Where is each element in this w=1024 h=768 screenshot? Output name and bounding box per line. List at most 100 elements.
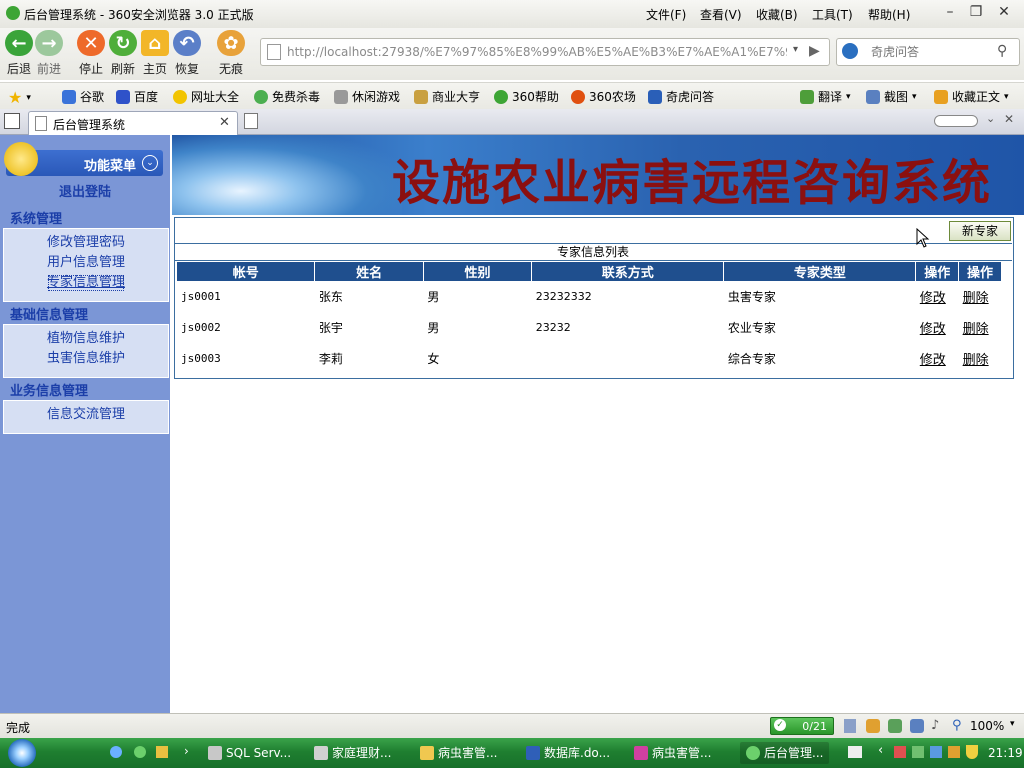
chevron-down-icon[interactable]: ▾ xyxy=(793,44,798,55)
zoom-level[interactable]: 100% xyxy=(970,719,1004,733)
chevron-right-icon[interactable]: › xyxy=(184,744,189,758)
search-input[interactable] xyxy=(869,42,993,62)
volume-icon[interactable]: ♪ xyxy=(931,718,939,733)
keyboard-icon[interactable] xyxy=(848,746,862,758)
fav-item[interactable]: 360农场 xyxy=(571,88,636,105)
chevron-down-icon[interactable]: ▾ xyxy=(1010,719,1015,729)
taskbar-item[interactable]: 病虫害管... xyxy=(420,742,497,764)
taskbar: › SQL Serv... 家庭理财... 病虫害管... 数据库.do... … xyxy=(0,738,1024,768)
shield-icon[interactable] xyxy=(966,745,978,759)
taskbar-item[interactable]: 家庭理财... xyxy=(314,742,391,764)
forward-button[interactable]: → 前进 xyxy=(30,30,68,77)
page-icon xyxy=(35,116,47,131)
clock[interactable]: 21:19 xyxy=(988,746,1023,760)
delete-link[interactable]: 删除 xyxy=(963,353,989,368)
taskbar-item-active[interactable]: 后台管理... xyxy=(740,742,830,764)
search-icon[interactable]: ⚲ xyxy=(997,43,1007,59)
system-title: 设施农业病害远程咨询系统 xyxy=(392,155,993,211)
edit-link[interactable]: 修改 xyxy=(920,291,946,306)
expert-table: 帐号 姓名 性别 联系方式 专家类型 操作 操作 js0001 张东 男 232… xyxy=(177,262,1002,374)
maximize-icon[interactable]: ❐ xyxy=(966,4,986,22)
window-title: 后台管理系统 - 360安全浏览器 3.0 正式版 xyxy=(24,8,254,22)
taskbar-item[interactable]: SQL Serv... xyxy=(208,742,291,764)
sidebar-item-users[interactable]: 用户信息管理 xyxy=(4,253,168,273)
cell-contact: 23232332 xyxy=(535,290,592,303)
search-engine-icon[interactable] xyxy=(842,43,858,59)
close-icon[interactable]: ✕ xyxy=(1004,112,1014,126)
collapse-icon[interactable]: ⌄ xyxy=(142,155,158,171)
fav-item[interactable]: 百度 xyxy=(116,88,158,105)
browser-logo-icon xyxy=(746,746,760,760)
ie-mode-icon[interactable] xyxy=(844,719,856,733)
start-button-icon[interactable] xyxy=(8,739,36,767)
fav-item[interactable]: 商业大亨 xyxy=(414,88,480,105)
tray-icon[interactable] xyxy=(930,746,942,758)
chevron-left-icon[interactable]: ‹ xyxy=(878,743,883,758)
taskbar-item[interactable]: 病虫害管... xyxy=(634,742,711,764)
tab-active[interactable]: 后台管理系统 ✕ xyxy=(28,111,238,135)
sidebar-item-messages[interactable]: 信息交流管理 xyxy=(4,405,168,425)
fav-item[interactable]: 谷歌 xyxy=(62,88,104,105)
sidebar-item-pests[interactable]: 虫害信息维护 xyxy=(4,349,168,369)
fav-label: 奇虎问答 xyxy=(666,90,715,104)
taskbar-label: 病虫害管... xyxy=(652,746,712,760)
mini-search-icon[interactable] xyxy=(934,115,978,127)
logout-link[interactable]: 退出登陆 xyxy=(0,181,170,200)
fav-item[interactable]: 免费杀毒 xyxy=(254,88,320,105)
quicklaunch-360-icon[interactable] xyxy=(134,746,146,758)
menu-help[interactable]: 帮助(H) xyxy=(868,6,910,23)
menu-view[interactable]: 查看(V) xyxy=(700,6,742,23)
screen-icon[interactable] xyxy=(910,719,924,733)
tab-close-icon[interactable]: ✕ xyxy=(219,115,230,130)
menu-file[interactable]: 文件(F) xyxy=(646,6,686,23)
screenshot-button[interactable]: 截图 ▾ xyxy=(866,88,917,105)
menu-tools[interactable]: 工具(T) xyxy=(812,6,853,23)
menu-header[interactable]: 功能菜单 ⌄ xyxy=(4,142,163,176)
new-expert-button[interactable]: 新专家 xyxy=(949,221,1011,241)
flower-icon xyxy=(571,89,585,104)
cell-account: js0003 xyxy=(181,352,221,365)
sidebar-item-change-password[interactable]: 修改管理密码 xyxy=(4,233,168,253)
fav-item[interactable]: 休闲游戏 xyxy=(334,88,400,105)
tray-icon[interactable] xyxy=(894,746,906,758)
delete-link[interactable]: 删除 xyxy=(963,322,989,337)
translate-button[interactable]: 翻译 ▾ xyxy=(800,88,851,105)
restore-button[interactable]: ↶ 恢复 xyxy=(168,30,206,77)
tray-icon[interactable] xyxy=(948,746,960,758)
sidebar-toggle-icon[interactable] xyxy=(4,113,20,129)
status-text: 完成 xyxy=(6,721,31,735)
fav-item[interactable]: 360帮助 xyxy=(494,88,559,105)
go-icon[interactable]: ▶ xyxy=(809,43,820,59)
fav-item[interactable]: 奇虎问答 xyxy=(648,88,714,105)
tray-icon[interactable] xyxy=(912,746,924,758)
sidebar-item-plants[interactable]: 植物信息维护 xyxy=(4,329,168,349)
minimize-icon[interactable]: – xyxy=(940,4,960,22)
extension-icon[interactable] xyxy=(866,719,880,733)
edit-link[interactable]: 修改 xyxy=(920,322,946,337)
status-bar: 完成 0/21 ✓ ♪ ⚲ 100% ▾ xyxy=(0,713,1024,739)
fav-item[interactable]: 网址大全 xyxy=(173,88,239,105)
menu-favorites[interactable]: 收藏(B) xyxy=(756,6,798,23)
title-bar: 后台管理系统 - 360安全浏览器 3.0 正式版 文件(F) 查看(V) 收藏… xyxy=(0,0,1024,29)
favorites-star-icon[interactable]: ★ ▾ xyxy=(8,88,31,107)
edit-link[interactable]: 修改 xyxy=(920,353,946,368)
fav-label: 网址大全 xyxy=(191,90,240,104)
download-icon[interactable] xyxy=(888,719,902,733)
url-input[interactable] xyxy=(285,42,789,62)
fav-label: 百度 xyxy=(134,90,159,104)
zoom-icon[interactable]: ⚲ xyxy=(952,718,962,733)
incognito-button[interactable]: ✿ 无痕 xyxy=(212,30,250,77)
save-text-button[interactable]: 收藏正文 ▾ xyxy=(934,88,1009,105)
address-bar[interactable]: ▾ ▶ xyxy=(260,38,830,66)
visual-studio-icon xyxy=(634,746,648,760)
new-tab-icon[interactable] xyxy=(244,113,258,129)
taskbar-item[interactable]: 数据库.do... xyxy=(526,742,610,764)
search-box[interactable]: ⚲ xyxy=(836,38,1020,66)
close-icon[interactable]: ✕ xyxy=(994,4,1014,22)
quicklaunch-desktop-icon[interactable] xyxy=(156,746,168,758)
mouse-cursor-icon xyxy=(916,228,930,248)
sidebar-item-experts[interactable]: 专家信息管理 xyxy=(46,273,126,293)
quicklaunch-ie-icon[interactable] xyxy=(110,746,122,758)
delete-link[interactable]: 删除 xyxy=(963,291,989,306)
chevron-down-icon[interactable]: ⌄ xyxy=(986,112,995,125)
